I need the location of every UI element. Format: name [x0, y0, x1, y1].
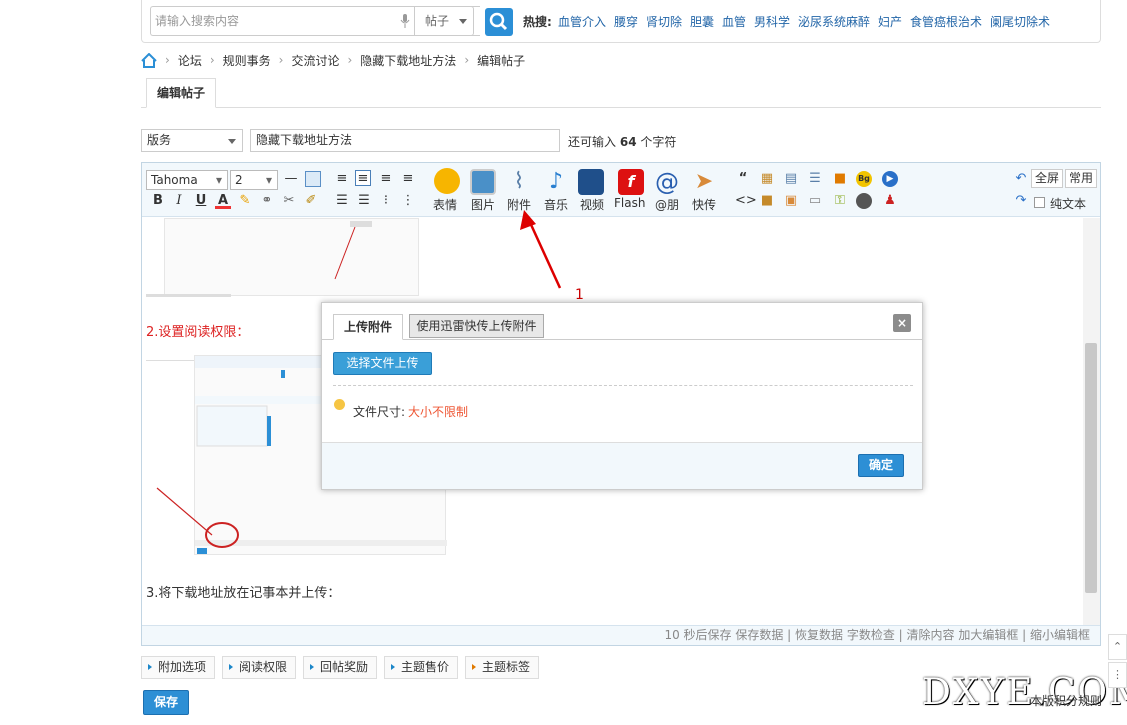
option-reply-reward[interactable]: 回帖奖励 [303, 656, 378, 679]
annotation-number: 1 [575, 287, 584, 303]
triangle-right-icon [472, 664, 476, 670]
file-size-value: 大小不限制 [408, 405, 469, 419]
save-button[interactable]: 保存 [143, 690, 189, 715]
lightbulb-icon [334, 399, 345, 410]
rules-link[interactable]: 本版积分规则 [1030, 692, 1102, 709]
triangle-right-icon [229, 664, 233, 670]
side-tool-button[interactable]: ⌃ [1108, 634, 1127, 660]
select-file-upload-button[interactable]: 选择文件上传 [333, 352, 432, 375]
dialog-tab-divider [322, 339, 922, 340]
triangle-right-icon [391, 664, 395, 670]
tab-upload-attachment[interactable]: 上传附件 [333, 314, 403, 340]
upload-dialog: 上传附件 使用迅雷快传上传附件 × 选择文件上传 文件尺寸: 大小不限制 确定 [321, 302, 923, 490]
option-extra[interactable]: 附加选项 [141, 656, 216, 679]
dialog-footer [322, 442, 922, 489]
close-icon[interactable]: × [893, 314, 911, 332]
tab-xunlei-upload[interactable]: 使用迅雷快传上传附件 [409, 314, 544, 338]
triangle-right-icon [148, 664, 152, 670]
side-tool-button[interactable]: ⋮ [1108, 662, 1127, 688]
option-read-permission[interactable]: 阅读权限 [222, 656, 297, 679]
option-thread-tags[interactable]: 主题标签 [465, 656, 540, 679]
confirm-button[interactable]: 确定 [858, 454, 904, 477]
file-size-label: 文件尺寸: [353, 405, 406, 419]
option-thread-price[interactable]: 主题售价 [384, 656, 459, 679]
triangle-right-icon [310, 664, 314, 670]
divider [333, 385, 913, 386]
